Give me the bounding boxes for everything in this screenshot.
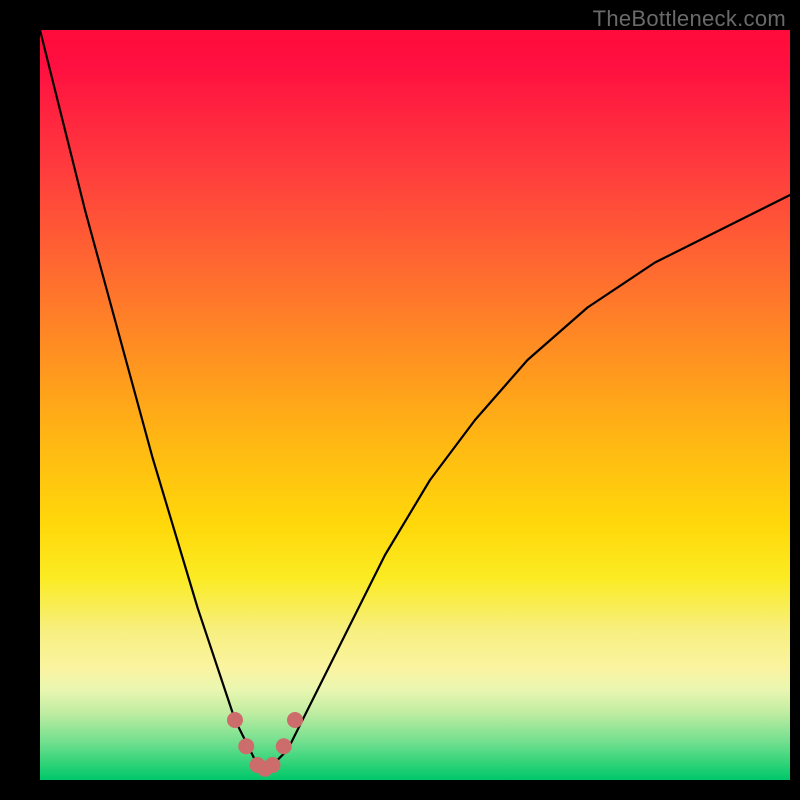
valley-marker bbox=[227, 712, 243, 728]
valley-marker bbox=[287, 712, 303, 728]
watermark-text: TheBottleneck.com bbox=[593, 6, 786, 32]
valley-marker bbox=[276, 738, 292, 754]
valley-marker bbox=[238, 738, 254, 754]
plot-area bbox=[40, 30, 790, 780]
curve-svg bbox=[40, 30, 790, 780]
bottleneck-curve bbox=[40, 30, 790, 773]
valley-markers bbox=[227, 712, 303, 777]
chart-frame: TheBottleneck.com bbox=[0, 0, 800, 800]
valley-marker bbox=[265, 757, 281, 773]
